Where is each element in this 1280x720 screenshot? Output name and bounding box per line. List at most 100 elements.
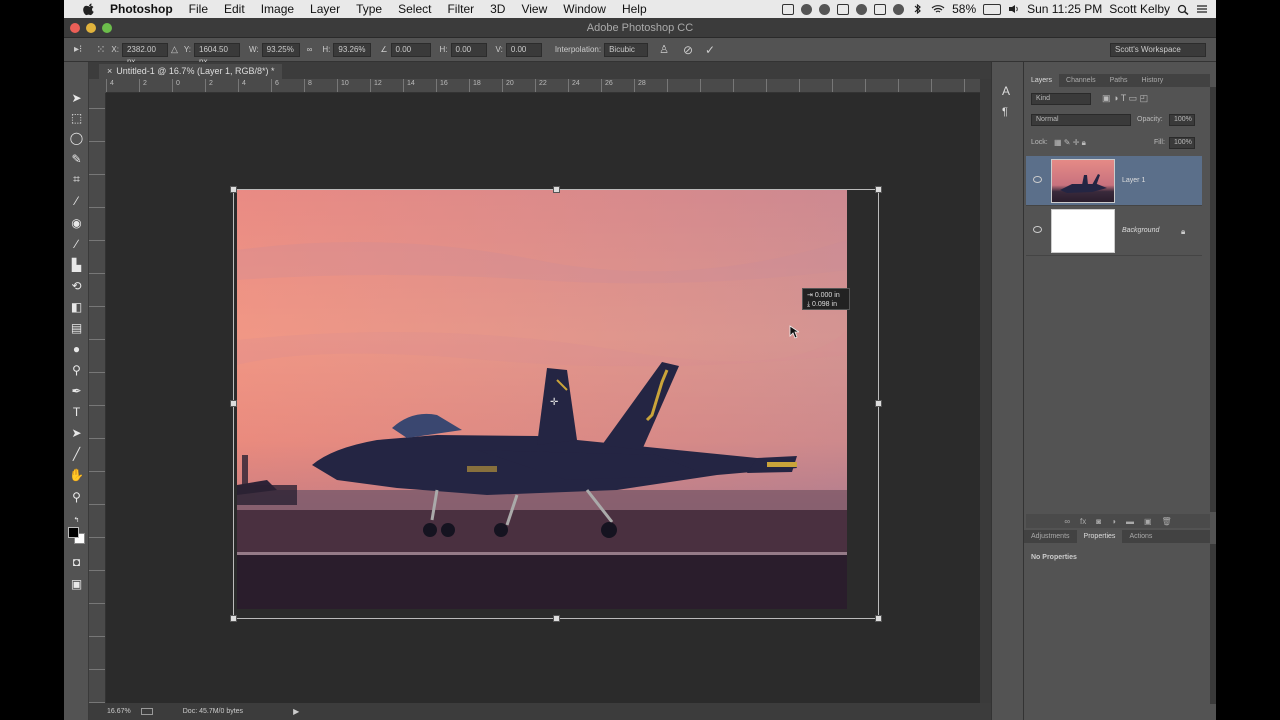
apple-icon[interactable] [82,2,96,16]
y-position-field[interactable]: 1604.50 px [194,42,241,66]
height-field[interactable]: 93.26% [333,42,372,57]
quick-selection-tool-icon[interactable]: ✎ [69,151,84,166]
tab-properties[interactable]: Properties [1076,530,1123,543]
adobe-icon[interactable] [819,3,831,15]
hand-tool-icon[interactable]: ✋ [69,467,84,482]
v-skew-field[interactable]: 0.00 [505,42,542,57]
tab-channels[interactable]: Channels [1059,77,1103,84]
dodge-tool-icon[interactable]: ⚲ [69,362,84,377]
transform-handle-top-left[interactable] [230,186,237,193]
transform-center-icon[interactable]: ✛ [550,397,558,408]
pen-tool-icon[interactable]: ✒ [69,383,84,398]
airplay-icon[interactable] [874,3,887,15]
menu-help[interactable]: Help [614,2,655,16]
transform-handle-bottom-right[interactable] [875,615,882,622]
menu-3d[interactable]: 3D [482,2,513,16]
line-tool-icon[interactable]: ╱ [69,446,84,461]
visibility-eye-icon[interactable] [1033,226,1042,233]
tab-adjustments[interactable]: Adjustments [1024,533,1077,540]
reference-point-icon[interactable]: ⁙ [96,43,105,56]
transform-handle-top-right[interactable] [875,186,882,193]
menu-select[interactable]: Select [390,2,439,16]
status-info-icon[interactable] [140,708,153,715]
close-window-button[interactable] [70,23,80,33]
history-brush-tool-icon[interactable]: ⟲ [69,278,84,293]
layer-thumbnail[interactable] [1051,159,1115,203]
character-panel-icon[interactable]: A [1002,84,1010,98]
tools-icon[interactable] [856,3,868,15]
new-layer-icon[interactable]: ▣ [1144,517,1152,526]
filter-type-icons[interactable]: ▣ ◑ T ▭ ◰ [1102,93,1148,104]
tool-preset-picker[interactable]: ▸⁝ [74,44,82,55]
properties-panel-scrollbar[interactable] [1210,544,1216,704]
tab-layers[interactable]: Layers [1024,74,1060,87]
marquee-tool-icon[interactable]: ⬚ [69,110,84,125]
delete-layer-icon[interactable]: 🗑︎ [1162,517,1172,526]
vertical-ruler[interactable] [89,93,106,703]
workspace-switcher[interactable]: Scott's Workspace [1110,42,1206,57]
swap-colors-icon[interactable]: ↰ [69,512,84,527]
volume-icon[interactable] [1008,4,1020,14]
lock-options-icons[interactable]: ▦ ✎ ✛ 🔒︎ [1054,138,1086,148]
zoom-window-button[interactable] [102,23,112,33]
transform-handle-left[interactable] [230,400,237,407]
layer-row-background[interactable]: Background 🔒︎ [1026,206,1202,256]
clone-stamp-tool-icon[interactable]: ▙ [69,257,84,272]
time-machine-icon[interactable] [893,3,905,15]
layer-kind-filter[interactable]: Kind [1031,93,1091,105]
brush-tool-icon[interactable]: ∕ [69,236,84,251]
layer-style-icon[interactable]: fx [1080,517,1086,526]
link-layers-icon[interactable]: ∞ [1064,517,1070,526]
width-field[interactable]: 93.25% [261,42,300,57]
blur-tool-icon[interactable]: ● [69,341,84,356]
sync-icon[interactable] [801,3,813,15]
battery-icon[interactable] [983,3,1002,15]
clock[interactable]: Sun 11:25 PM [1027,2,1102,16]
tab-paths[interactable]: Paths [1103,77,1135,84]
layer-row-layer-1[interactable]: Layer 1 [1026,156,1202,206]
menu-file[interactable]: File [181,2,216,16]
user-name[interactable]: Scott Kelby [1109,2,1170,16]
layer-name[interactable]: Background [1122,227,1159,234]
transform-handle-bottom[interactable] [553,615,560,622]
transform-handle-bottom-left[interactable] [230,615,237,622]
transform-handle-top[interactable] [553,186,560,193]
document-tab[interactable]: × Untitled-1 @ 16.7% (Layer 1, RGB/8*) * [99,64,283,79]
h-skew-field[interactable]: 0.00 [450,42,487,57]
menu-view[interactable]: View [513,2,555,16]
quick-mask-icon[interactable]: ◘ [69,554,84,569]
adjustment-layer-icon[interactable]: ◑ [1111,517,1116,526]
status-menu-arrow-icon[interactable]: ▶ [293,707,299,716]
type-tool-icon[interactable]: T [69,404,84,419]
relative-position-icon[interactable]: △ [171,44,178,55]
healing-brush-tool-icon[interactable]: ◉ [69,215,84,230]
battery-percent[interactable]: 58% [952,2,976,16]
menu-edit[interactable]: Edit [216,2,253,16]
eraser-tool-icon[interactable]: ◧ [69,299,84,314]
add-mask-icon[interactable]: ◙ [1096,517,1101,526]
zoom-level[interactable]: 16.67% [107,708,131,715]
fill-field[interactable]: 100% [1169,137,1195,149]
doc-size[interactable]: Doc: 45.7M/0 bytes [183,708,243,715]
display-icon[interactable] [837,3,850,15]
new-group-icon[interactable]: ▬ [1126,517,1134,526]
screen-icon[interactable] [782,3,795,15]
zoom-tool-icon[interactable]: ⚲ [69,489,84,504]
blend-mode-select[interactable]: Normal [1031,114,1131,126]
layers-panel-scrollbar[interactable] [1210,87,1216,512]
cancel-transform-icon[interactable]: ⊘ [683,43,693,57]
menu-type[interactable]: Type [348,2,390,16]
wifi-icon[interactable] [931,4,945,14]
bluetooth-icon[interactable] [911,4,924,14]
notification-center-icon[interactable] [1196,4,1208,14]
commit-transform-icon[interactable]: ✓ [705,43,715,57]
path-selection-tool-icon[interactable]: ➤ [69,425,84,440]
close-tab-icon[interactable]: × [107,66,112,76]
angle-field[interactable]: 0.00 [390,42,431,57]
opacity-field[interactable]: 100% [1169,114,1195,126]
horizontal-ruler[interactable]: 4 2 0 2 4 6 8 10 12 14 16 18 20 22 24 26… [106,79,980,93]
interpolation-select[interactable]: Bicubic [604,42,649,57]
minimize-window-button[interactable] [86,23,96,33]
menu-window[interactable]: Window [555,2,614,16]
move-tool-icon[interactable]: ➤ [69,90,84,105]
